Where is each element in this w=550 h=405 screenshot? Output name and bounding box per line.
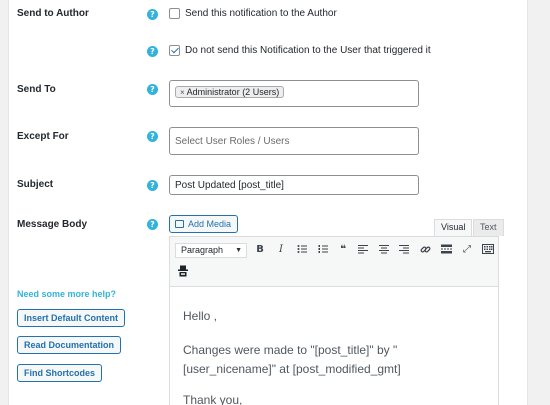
media-icon: [175, 220, 184, 228]
editor-content[interactable]: Hello , Changes were made to "[post_titl…: [183, 307, 488, 405]
format-select[interactable]: Paragraph ▼: [175, 243, 247, 258]
except-for-label: Except For: [17, 131, 69, 142]
except-for-select[interactable]: Select User Roles / Users: [169, 127, 419, 155]
message-body-label: Message Body: [17, 219, 88, 230]
tag-remove-icon[interactable]: ×: [180, 88, 185, 97]
help-icon[interactable]: ?: [147, 84, 158, 95]
help-icon[interactable]: ?: [147, 131, 158, 142]
send-to-select[interactable]: × Administrator (2 Users): [169, 80, 419, 107]
blockquote-icon[interactable]: ❝: [336, 244, 350, 256]
chevron-down-icon: ▼: [235, 247, 242, 254]
format-select-value: Paragraph: [181, 245, 224, 255]
subject-value: Post Updated [post_title]: [175, 180, 284, 191]
content-paragraph: Thank you,: [183, 393, 243, 405]
help-icon[interactable]: ?: [147, 9, 158, 20]
dont-send-trigger-user-label[interactable]: Do not send this Notification to the Use…: [185, 45, 431, 56]
bold-icon[interactable]: B: [253, 244, 267, 256]
numbered-list-icon[interactable]: [316, 244, 330, 258]
read-documentation-button[interactable]: Read Documentation: [17, 336, 122, 354]
help-icon[interactable]: ?: [147, 219, 158, 230]
toolbar-toggle-icon[interactable]: [481, 244, 495, 258]
help-icon[interactable]: ?: [147, 46, 158, 57]
align-left-icon[interactable]: [356, 244, 370, 258]
content-paragraph: Hello ,: [183, 309, 218, 323]
send-to-author-label: Send to Author: [17, 8, 89, 19]
tab-text[interactable]: Text: [473, 219, 504, 236]
tag-label: Administrator (2 Users): [186, 87, 280, 97]
message-editor: Paragraph ▼ B I ❝ ⤢ Hello , Changes were…: [169, 236, 499, 405]
send-to-author-checkbox-label[interactable]: Send this notification to the Author: [185, 8, 337, 19]
editor-toolbar: Paragraph ▼ B I ❝ ⤢: [170, 237, 498, 287]
subject-label: Subject: [17, 179, 54, 190]
align-center-icon[interactable]: [377, 244, 391, 258]
link-icon[interactable]: [418, 244, 432, 259]
add-media-label: Add Media: [188, 219, 232, 229]
subject-input[interactable]: Post Updated [post_title]: [169, 175, 419, 195]
add-media-button[interactable]: Add Media: [169, 215, 239, 233]
bullet-list-icon[interactable]: [295, 244, 309, 258]
fullscreen-icon[interactable]: ⤢: [460, 244, 474, 256]
insert-default-content-button[interactable]: Insert Default Content: [17, 309, 126, 327]
align-right-icon[interactable]: [397, 244, 411, 258]
content-paragraph: Changes were made to "[post_title]" by "…: [183, 343, 401, 376]
italic-icon[interactable]: I: [274, 244, 288, 256]
selected-tag-administrator: × Administrator (2 Users): [175, 86, 285, 98]
merge-tag-icon[interactable]: [177, 265, 189, 277]
send-to-label: Send To: [17, 84, 56, 95]
find-shortcodes-button[interactable]: Find Shortcodes: [17, 364, 103, 382]
send-to-author-checkbox[interactable]: [169, 8, 180, 19]
dont-send-trigger-user-checkbox[interactable]: [169, 45, 180, 56]
tab-visual[interactable]: Visual: [434, 219, 473, 236]
read-more-icon[interactable]: [439, 244, 453, 258]
help-icon[interactable]: ?: [147, 180, 158, 191]
help-section-title: Need some more help?: [17, 289, 117, 299]
except-for-placeholder: Select User Roles / Users: [175, 136, 290, 147]
